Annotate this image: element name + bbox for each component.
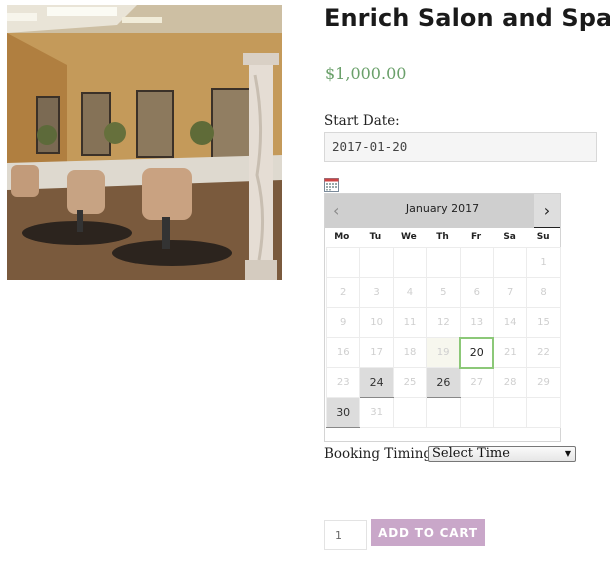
empty-day-cell — [392, 397, 428, 428]
day-cell: 28 — [492, 367, 528, 398]
empty-day-cell — [459, 397, 494, 428]
weekday-label: Sa — [503, 232, 516, 242]
datepicker: ‹ January 2017 › Mo Tu We Th Fr Sa Su 12345678… — [324, 193, 561, 442]
empty-day-cell — [359, 247, 394, 278]
booking-timing-select[interactable]: Select Time ▼ — [428, 446, 576, 462]
day-cell: 23 — [325, 367, 361, 398]
chevron-right-icon[interactable]: › — [534, 194, 560, 228]
day-cell: 5 — [426, 277, 461, 308]
day-cell: 18 — [392, 337, 428, 368]
weekday-label: Mo — [334, 232, 350, 242]
day-cell: 10 — [359, 307, 394, 338]
day-cell: 7 — [492, 277, 528, 308]
day-cell: 21 — [492, 337, 528, 368]
quantity-input[interactable]: 1 — [324, 520, 367, 550]
day-cell: 27 — [459, 367, 494, 398]
week-row: 30 31 — [325, 397, 561, 428]
week-row: 23 24 25 26 27 28 29 — [325, 367, 561, 398]
empty-day-cell — [492, 247, 528, 278]
day-cell: 17 — [359, 337, 394, 368]
product-price: $1,000.00 — [325, 64, 407, 83]
day-cell-available[interactable]: 30 — [325, 397, 361, 428]
day-cell: 1 — [526, 247, 561, 278]
day-cell: 13 — [459, 307, 494, 338]
day-cell: 16 — [325, 337, 361, 368]
week-row: 9 10 11 12 13 14 15 — [325, 307, 561, 338]
empty-day-cell — [426, 397, 461, 428]
product-title: Enrich Salon and Spa — [324, 4, 610, 32]
day-cell: 14 — [492, 307, 528, 338]
day-cell: 25 — [392, 367, 428, 398]
day-cell: 2 — [325, 277, 361, 308]
weekday-label: Th — [436, 232, 449, 242]
add-to-cart-button[interactable]: ADD TO CART — [371, 519, 485, 546]
day-cell: 15 — [526, 307, 561, 338]
weekday-label: Fr — [471, 232, 482, 242]
empty-day-cell — [426, 247, 461, 278]
empty-day-cell — [325, 247, 361, 278]
weekday-row: Mo Tu We Th Fr Sa Su — [325, 228, 560, 247]
day-cell: 12 — [426, 307, 461, 338]
day-cell: 29 — [526, 367, 561, 398]
datepicker-month: January 2017 — [405, 202, 480, 215]
day-cell: 9 — [325, 307, 361, 338]
dropdown-arrow-icon: ▼ — [564, 449, 571, 458]
day-cell: 11 — [392, 307, 428, 338]
day-grid: 1 2 3 4 5 6 7 8 9 10 11 12 13 14 15 16 17 18 19 20 21 22 23 24 2… — [325, 247, 561, 428]
week-row: 1 — [325, 247, 561, 278]
start-date-input[interactable]: 2017-01-20 — [324, 132, 597, 162]
day-cell: 6 — [459, 277, 494, 308]
booking-timing-label: Booking Timing: — [324, 446, 437, 462]
calendar-icon[interactable] — [324, 177, 339, 192]
day-cell: 22 — [526, 337, 561, 368]
start-date-label: Start Date: — [324, 113, 400, 129]
empty-day-cell — [392, 247, 428, 278]
empty-day-cell — [526, 397, 561, 428]
day-cell: 8 — [526, 277, 561, 308]
day-cell: 4 — [392, 277, 428, 308]
datepicker-header: ‹ January 2017 › — [325, 194, 560, 228]
day-cell-available[interactable]: 26 — [426, 367, 461, 398]
week-row: 2345678 — [325, 277, 561, 308]
product-image — [7, 5, 282, 280]
day-cell-selected[interactable]: 20 — [459, 336, 495, 369]
week-row: 16 17 18 19 20 21 22 — [325, 336, 561, 369]
day-cell: 19 — [426, 337, 461, 368]
empty-day-cell — [459, 247, 494, 278]
empty-day-cell — [492, 397, 528, 428]
day-cell-available[interactable]: 24 — [359, 367, 394, 398]
weekday-label: Tu — [369, 232, 382, 242]
day-cell: 31 — [359, 397, 394, 428]
day-cell: 3 — [359, 277, 394, 308]
weekday-label: Su — [536, 232, 550, 242]
weekday-label: We — [401, 232, 417, 242]
booking-timing-value: Select Time — [432, 446, 510, 461]
